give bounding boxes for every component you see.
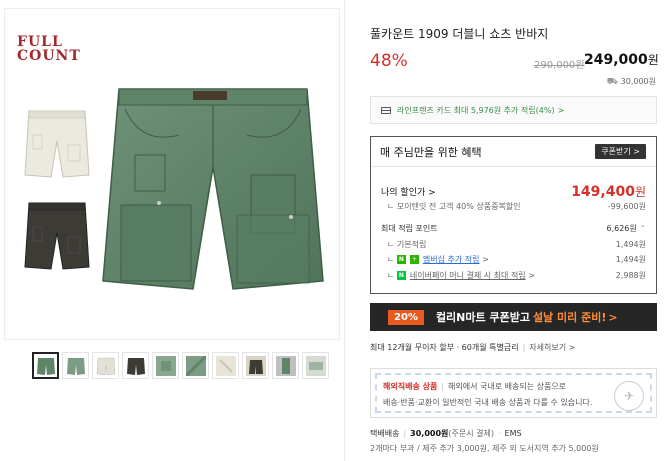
discount-detail-label: ㄴ 모이텐잇 전 고객 40% 상품중복할인: [387, 202, 521, 211]
installment-text: 최대 12개월 무이자 할부 · 60개월 특별금리: [370, 343, 519, 352]
credit-card-icon: [381, 106, 391, 114]
shipping-note: (주문시 결제): [448, 429, 494, 438]
benefit-heading: 매 주님만을 위한 혜택: [380, 145, 482, 159]
promo-text: 컬리N마트 쿠폰받고: [435, 311, 530, 324]
promo-highlight: 설날 미리 준비!: [532, 311, 607, 324]
thumbnail-model-photo[interactable]: [272, 352, 299, 379]
naverpay-points-value: 2,988원: [615, 271, 646, 280]
promo-banner[interactable]: 20% 컬리N마트 쿠폰받고 설날 미리 준비! >: [370, 303, 657, 331]
chevron-up-icon: ⌃: [639, 224, 646, 233]
sale-price: 249,000원: [584, 52, 659, 68]
original-price: 290,000원: [534, 60, 585, 71]
installment-details-link[interactable]: 자세히보기 >: [529, 343, 575, 352]
shipping-label: 택배배송: [370, 429, 400, 438]
discount-detail-value: -99,600원: [607, 202, 646, 211]
thumbnail-black-shorts-2[interactable]: [242, 352, 269, 379]
product-title: 풀카운트 1909 더블니 쇼츠 반바지: [370, 27, 549, 41]
my-discount-price: 149,400원: [571, 184, 646, 200]
product-image-gallery: FULL COUNT: [4, 8, 340, 340]
my-discount-label: 나의 할인가: [381, 188, 426, 198]
thumbnail-green-shorts[interactable]: [32, 352, 59, 379]
thumbnail-white-detail[interactable]: [212, 352, 239, 379]
brand-logo: FULL COUNT: [17, 34, 81, 64]
chevron-right-icon: >: [428, 188, 436, 198]
chevron-right-icon: >: [482, 255, 489, 264]
points-label: 최대 적립 포인트: [381, 224, 438, 233]
overseas-line2: 배송·반품·교환이 일반적인 국내 배송 상품과 다를 수 있습니다.: [383, 398, 593, 407]
points-value: 6,626원 ⌃: [606, 224, 646, 233]
black-shorts-image[interactable]: [23, 197, 91, 271]
coupon-button[interactable]: 쿠폰받기 >: [595, 144, 646, 159]
installment-info: 최대 12개월 무이자 할부 · 60개월 특별금리 | 자세히보기 >: [370, 343, 576, 352]
discount-rate: 48%: [370, 51, 408, 71]
basic-points-label: ㄴ 기본적립: [387, 240, 427, 249]
delivery-fee: ⛟ 30,000원: [606, 77, 656, 87]
naverpay-icon: N: [396, 271, 406, 280]
thumbnail-green-detail[interactable]: [152, 352, 179, 379]
chevron-right-icon: >: [608, 310, 618, 324]
card-benefit-box[interactable]: 라인프렌즈 카드 최대 5,976원 추가 적립(4%) >: [370, 96, 657, 124]
thumbnail-white-shorts[interactable]: [92, 352, 119, 379]
overseas-shipping-notice: 해외직배송 상품 | 해외에서 국내로 배송되는 상품으로 배송·반품·교환이 일반…: [370, 368, 657, 418]
chevron-right-icon: >: [568, 343, 576, 352]
panel-divider: [344, 0, 345, 461]
naverpay-link[interactable]: 네이버페이 머니 결제 시 최대 적립: [410, 271, 526, 280]
chevron-right-icon: >: [633, 147, 640, 156]
membership-points-row: ㄴ N + 멤버십 추가 적립 > 1,494원: [387, 255, 646, 264]
my-discount-row: 나의 할인가 > 149,400원: [381, 183, 646, 200]
airplane-stamp-icon: ✈: [614, 381, 644, 411]
basic-points-row: ㄴ 기본적립 1,494원: [381, 239, 646, 250]
chevron-right-icon: >: [528, 271, 535, 280]
shipping-fee: 30,000원: [410, 429, 449, 438]
promo-percent-badge: 20%: [388, 309, 424, 325]
shipping-method: EMS: [504, 429, 522, 438]
overseas-line1: 해외에서 국내로 배송되는 상품으로: [448, 382, 567, 391]
plus-icon: +: [409, 255, 419, 264]
chevron-right-icon: >: [557, 105, 565, 115]
overseas-label: 해외직배송 상품: [383, 382, 438, 391]
white-shorts-image[interactable]: [23, 105, 91, 179]
main-product-image: [102, 88, 324, 290]
thumbnail-detail-photo[interactable]: [302, 352, 329, 379]
card-benefit-text: 라인프렌즈 카드 최대 5,976원 추가 적립(4%): [397, 105, 555, 115]
thumbnail-green-detail-2[interactable]: [182, 352, 209, 379]
naverpay-points-row: ㄴ N 네이버페이 머니 결제 시 최대 적립 > 2,988원: [387, 271, 646, 280]
shipping-extra: 2개마다 부과 / 제주 추가 3,000원, 제주 외 도서지역 추가 5,0…: [370, 444, 599, 453]
thumbnail-green-shorts-2[interactable]: [62, 352, 89, 379]
benefit-box: 매 주님만을 위한 혜택 쿠폰받기 > 나의 할인가 > 149,400원 ㄴ …: [370, 136, 657, 294]
naver-n-icon: N: [396, 255, 406, 264]
discount-detail-row: ㄴ 모이텐잇 전 고객 40% 상품중복할인 -99,600원: [381, 201, 646, 212]
truck-icon: ⛟: [606, 77, 619, 87]
points-row: 최대 적립 포인트 6,626원 ⌃: [381, 223, 646, 234]
shipping-info: 택배배송 | 30,000원(주문시 결제) · EMS: [370, 429, 522, 438]
thumbnail-black-shorts[interactable]: [122, 352, 149, 379]
membership-points-value: 1,494원: [615, 255, 646, 264]
thumbnail-strip: [32, 352, 329, 382]
basic-points-value: 1,494원: [615, 240, 646, 249]
membership-link[interactable]: 멤버십 추가 적립: [423, 255, 480, 264]
